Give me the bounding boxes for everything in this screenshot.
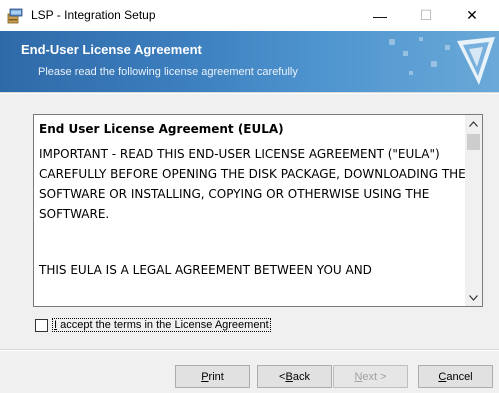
license-heading: End User License Agreement (EULA) <box>39 122 284 136</box>
license-content: End User License Agreement (EULA) IMPORT… <box>34 115 466 306</box>
banner-title: End-User License Agreement <box>21 42 202 57</box>
banner-divider <box>0 92 499 94</box>
next-button[interactable]: Next > <box>333 365 408 388</box>
scroll-down-icon[interactable] <box>465 289 482 306</box>
installer-icon <box>7 8 23 24</box>
maximize-icon: ☐ <box>419 7 433 23</box>
footer-divider <box>0 349 499 351</box>
close-icon: ✕ <box>466 7 478 23</box>
cancel-button[interactable]: Cancel <box>418 365 493 388</box>
accept-terms-label[interactable]: I accept the terms in the License Agreem… <box>52 318 271 332</box>
title-bar: LSP - Integration Setup — ☐ ✕ <box>0 0 499 31</box>
close-button[interactable]: ✕ <box>449 0 495 31</box>
accept-terms-row[interactable]: I accept the terms in the License Agreem… <box>35 318 271 332</box>
back-button[interactable]: < Back <box>257 365 332 388</box>
accept-terms-checkbox[interactable] <box>35 318 48 332</box>
license-paragraph: THIS EULA IS A LEGAL AGREEMENT BETWEEN Y… <box>39 263 372 277</box>
license-text-box[interactable]: End User License Agreement (EULA) IMPORT… <box>33 114 483 307</box>
installer-logo <box>389 37 495 85</box>
minimize-icon: — <box>373 7 387 24</box>
license-paragraph: IMPORTANT - READ THIS END-USER LICENSE A… <box>39 147 466 221</box>
scrollbar-thumb[interactable] <box>467 134 480 150</box>
window-title: LSP - Integration Setup <box>31 8 156 22</box>
scroll-up-icon[interactable] <box>465 115 482 132</box>
header-banner: End-User License Agreement Please read t… <box>0 31 499 92</box>
minimize-button[interactable]: — <box>357 0 403 31</box>
banner-subtitle: Please read the following license agreem… <box>38 66 298 78</box>
vertical-scrollbar[interactable] <box>465 115 482 306</box>
maximize-button[interactable]: ☐ <box>403 0 449 31</box>
print-button[interactable]: Print <box>175 365 250 388</box>
